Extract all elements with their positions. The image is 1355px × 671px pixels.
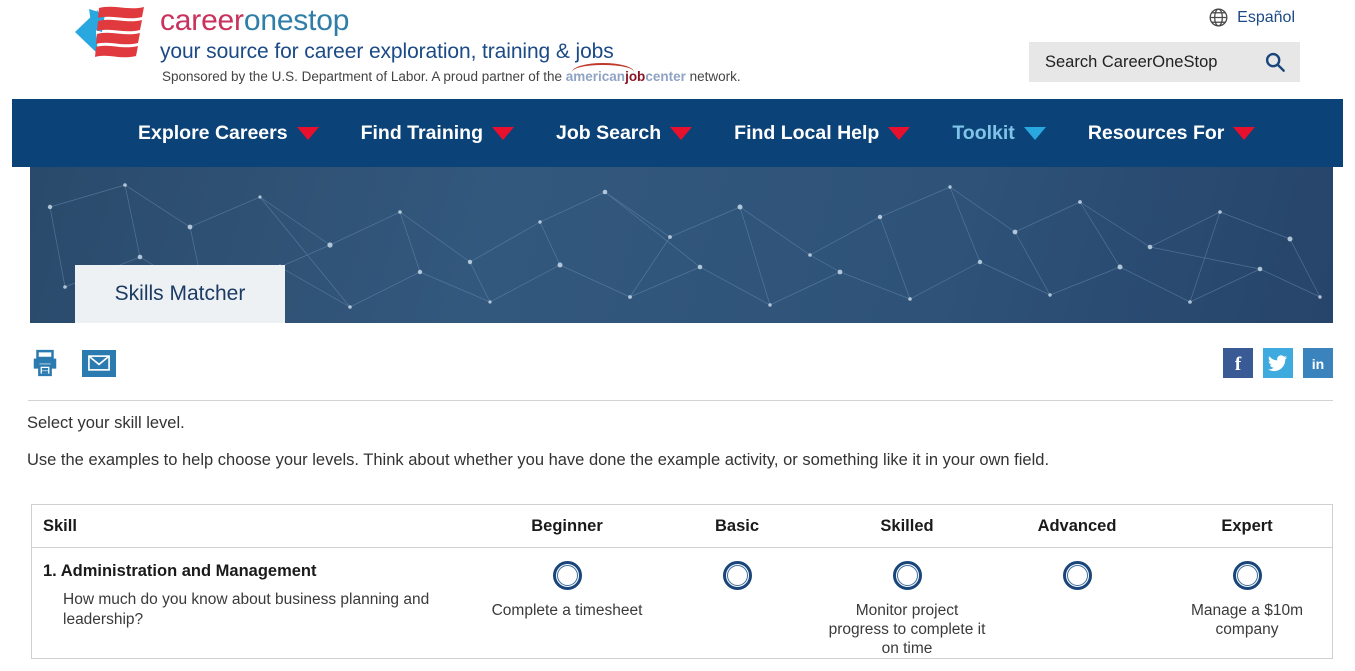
nav-label: Find Local Help bbox=[734, 121, 880, 144]
ajc-center: center bbox=[645, 69, 686, 84]
instruction-line-2: Use the examples to help choose your lev… bbox=[27, 451, 1050, 469]
globe-icon bbox=[1208, 7, 1229, 28]
level-example-skilled: Monitor project progress to complete it … bbox=[828, 602, 986, 657]
level-cell-expert: Manage a $10m company bbox=[1162, 548, 1332, 658]
level-cell-basic bbox=[652, 548, 822, 658]
sponsor-suffix: network. bbox=[685, 69, 741, 84]
logo-text-block: careeronestop your source for career exp… bbox=[160, 2, 741, 86]
page-root: careeronestop your source for career exp… bbox=[0, 0, 1355, 671]
nav-label: Explore Careers bbox=[138, 121, 288, 144]
column-header-beginner: Beginner bbox=[531, 516, 603, 535]
chevron-down-icon bbox=[888, 126, 911, 140]
nav-item-toolkit[interactable]: Toolkit bbox=[952, 121, 1046, 145]
chevron-down-icon bbox=[492, 126, 515, 140]
column-header-skill: Skill bbox=[43, 516, 77, 535]
table-row: 1. Administration and Management How muc… bbox=[32, 548, 1332, 659]
nav-label: Job Search bbox=[556, 121, 662, 144]
column-header-basic: Basic bbox=[714, 516, 760, 535]
search-icon[interactable] bbox=[1264, 51, 1286, 73]
linkedin-icon[interactable]: in bbox=[1303, 348, 1333, 378]
skill-description: How much do you know about business plan… bbox=[63, 591, 430, 628]
radio-beginner[interactable] bbox=[552, 561, 582, 590]
brand-onestop: onestop bbox=[243, 4, 350, 37]
nav-items: Explore Careers Find Training Job Search… bbox=[12, 122, 1297, 145]
level-cell-skilled: Monitor project progress to complete it … bbox=[822, 548, 992, 658]
sponsor-prefix: Sponsored by the U.S. Department of Labo… bbox=[162, 69, 566, 84]
site-logo[interactable]: careeronestop your source for career exp… bbox=[72, 2, 741, 86]
share-toolbar: f in bbox=[28, 337, 1333, 401]
column-header-expert: Expert bbox=[1221, 516, 1273, 535]
american-job-center-wordmark: americanjobcenter bbox=[566, 63, 686, 86]
svg-text:in: in bbox=[1312, 356, 1324, 372]
espanol-label: Español bbox=[1237, 8, 1295, 26]
espanol-link[interactable]: Español bbox=[1208, 7, 1295, 28]
instruction-line-1: Select your skill level. bbox=[27, 414, 185, 432]
level-cell-beginner: Complete a timesheet bbox=[482, 548, 652, 658]
skills-table: Skill Beginner Basic Skilled Advanced Ex… bbox=[31, 504, 1333, 659]
careeronestop-flag-logo bbox=[72, 2, 150, 64]
main-navigation: Explore Careers Find Training Job Search… bbox=[12, 99, 1343, 167]
instructions-block: Select your skill level. Use the example… bbox=[27, 412, 1327, 471]
column-header-skilled: Skilled bbox=[880, 516, 934, 535]
nav-item-explore-careers[interactable]: Explore Careers bbox=[138, 122, 319, 145]
level-cell-advanced bbox=[992, 548, 1162, 658]
radio-basic[interactable] bbox=[722, 561, 752, 590]
search-input[interactable]: Search CareerOneStop bbox=[1029, 42, 1300, 82]
nav-item-resources-for[interactable]: Resources For bbox=[1088, 122, 1256, 145]
printer-icon[interactable] bbox=[30, 348, 60, 378]
nav-item-job-search[interactable]: Job Search bbox=[556, 121, 693, 145]
search-placeholder-text: Search CareerOneStop bbox=[1045, 52, 1218, 71]
page-title: Skills Matcher bbox=[75, 265, 285, 323]
page-left-edge bbox=[0, 0, 12, 671]
brand-career: career bbox=[160, 4, 244, 37]
chevron-down-icon bbox=[1233, 126, 1256, 140]
twitter-icon[interactable] bbox=[1263, 348, 1293, 378]
chevron-down-icon bbox=[1023, 126, 1046, 140]
chevron-down-icon bbox=[670, 126, 693, 140]
radio-expert[interactable] bbox=[1232, 561, 1262, 590]
nav-label: Resources For bbox=[1087, 121, 1225, 144]
social-share-links: f in bbox=[1223, 348, 1333, 378]
nav-label: Toolkit bbox=[952, 121, 1015, 144]
nav-label: Find Training bbox=[360, 121, 484, 144]
level-example-expert: Manage a $10m company bbox=[1190, 602, 1304, 638]
chevron-down-icon bbox=[296, 126, 319, 140]
skill-title: 1. Administration and Management bbox=[43, 562, 317, 580]
brand-name: careeronestop bbox=[160, 4, 741, 38]
nav-item-find-local-help[interactable]: Find Local Help bbox=[734, 121, 911, 145]
email-share-button[interactable] bbox=[82, 349, 116, 377]
svg-text:f: f bbox=[1235, 354, 1242, 375]
share-actions-left bbox=[30, 348, 116, 378]
level-example-beginner: Complete a timesheet bbox=[491, 602, 643, 619]
column-header-advanced: Advanced bbox=[1037, 516, 1117, 535]
table-header-row: Skill Beginner Basic Skilled Advanced Ex… bbox=[32, 505, 1332, 548]
radio-advanced[interactable] bbox=[1062, 561, 1092, 590]
sponsor-line: Sponsored by the U.S. Department of Labo… bbox=[160, 63, 741, 86]
site-tagline: your source for career exploration, trai… bbox=[160, 40, 614, 63]
skill-cell: 1. Administration and Management How muc… bbox=[32, 548, 482, 658]
site-header: careeronestop your source for career exp… bbox=[0, 0, 1355, 99]
nav-item-find-training[interactable]: Find Training bbox=[360, 121, 515, 145]
hero-banner: Skills Matcher bbox=[30, 167, 1333, 323]
facebook-icon[interactable]: f bbox=[1223, 348, 1253, 378]
radio-skilled[interactable] bbox=[892, 561, 922, 590]
